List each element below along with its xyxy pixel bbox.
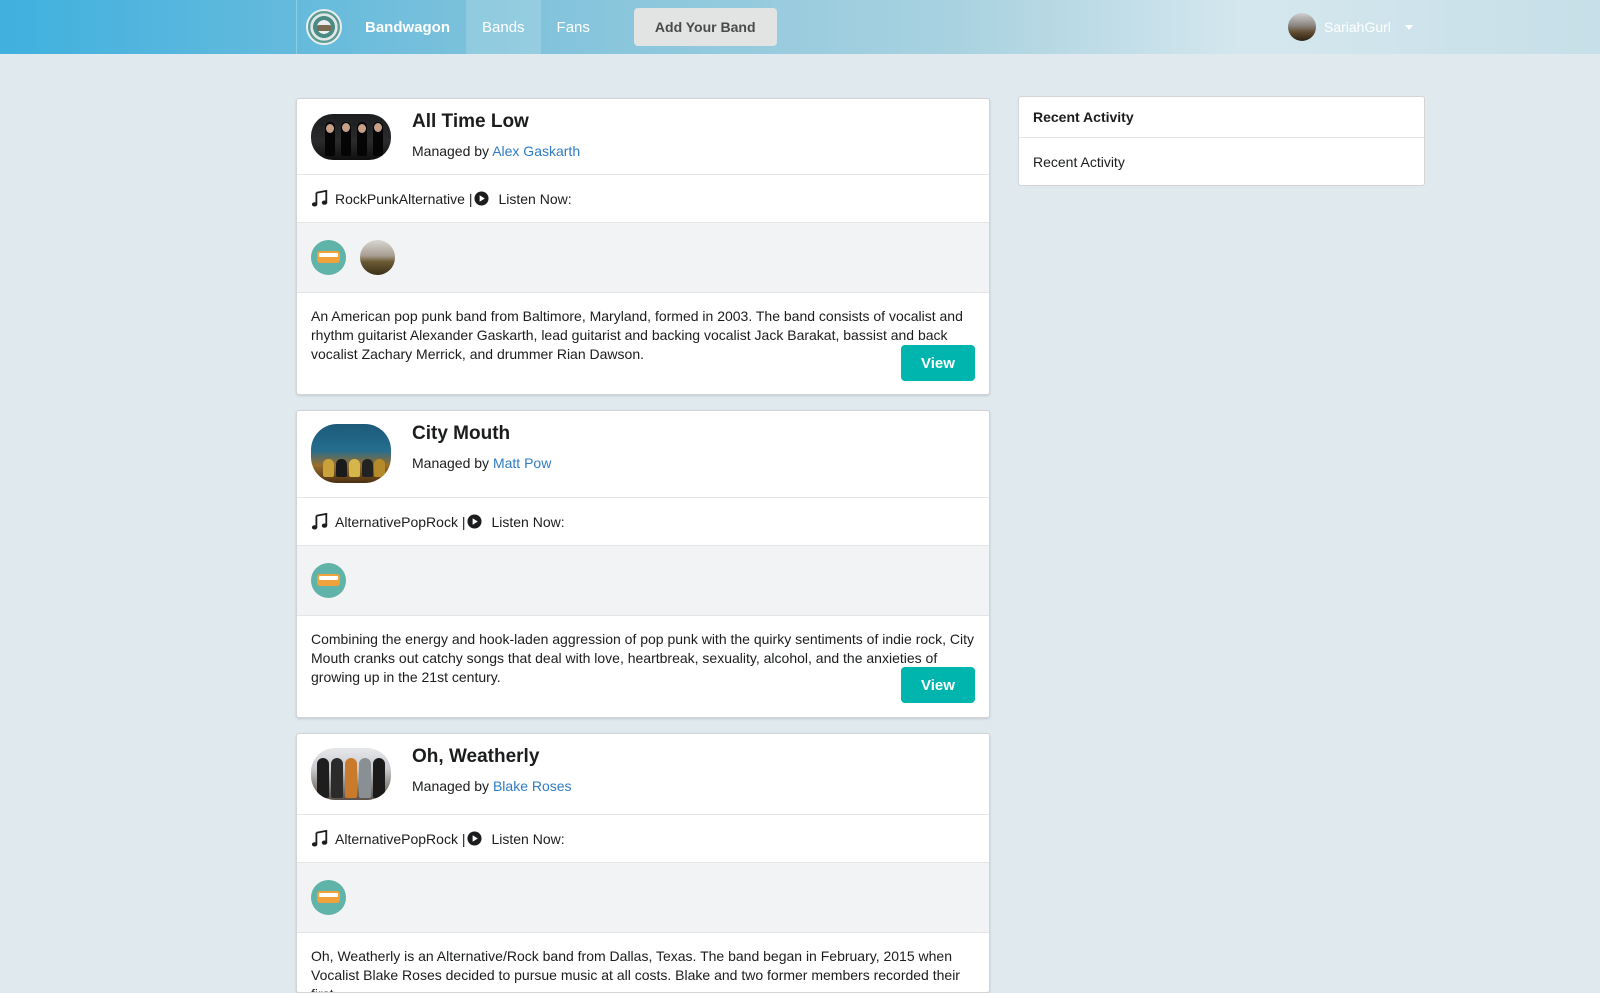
manager-link[interactable]: Blake Roses bbox=[493, 778, 572, 794]
manager-link[interactable]: Matt Pow bbox=[493, 455, 551, 471]
user-name: SariahGurl bbox=[1324, 19, 1391, 35]
managed-by-label: Managed by bbox=[412, 455, 490, 471]
band-card: City Mouth Managed by Matt Pow Alternati… bbox=[296, 410, 990, 718]
recent-activity-title: Recent Activity bbox=[1019, 97, 1424, 138]
play-circle-icon[interactable] bbox=[467, 831, 483, 846]
band-name[interactable]: City Mouth bbox=[412, 423, 510, 445]
nav-menu: Bandwagon Bands Fans Add Your Band bbox=[296, 0, 777, 54]
fan-avatar[interactable] bbox=[311, 563, 346, 598]
music-note-icon bbox=[311, 829, 328, 847]
add-your-band-button[interactable]: Add Your Band bbox=[633, 8, 777, 46]
band-card: Oh, Weatherly Managed by Blake Roses Alt… bbox=[296, 733, 990, 993]
nav-item-bands[interactable]: Bands bbox=[466, 0, 541, 54]
genre-list: RockPunkAlternative | bbox=[335, 190, 473, 207]
listen-now-label: Listen Now: bbox=[491, 513, 565, 530]
top-navbar: Bandwagon Bands Fans Add Your Band Saria… bbox=[0, 0, 1600, 54]
listen-now-label: Listen Now: bbox=[498, 190, 572, 207]
band-description: An American pop punk band from Baltimore… bbox=[311, 308, 963, 362]
band-name[interactable]: Oh, Weatherly bbox=[412, 746, 539, 768]
managed-by-label: Managed by bbox=[412, 778, 490, 794]
view-band-button[interactable]: View bbox=[901, 345, 975, 381]
view-band-button[interactable]: View bbox=[901, 667, 975, 703]
fans-row bbox=[297, 223, 989, 293]
genre-row: AlternativePopRock | Listen Now: bbox=[297, 815, 989, 863]
fans-row bbox=[297, 546, 989, 616]
band-manager: Managed by Alex Gaskarth bbox=[412, 143, 580, 159]
band-card: All Time Low Managed by Alex Gaskarth Ro… bbox=[296, 98, 990, 395]
fan-avatar[interactable] bbox=[311, 240, 346, 275]
genre-row: AlternativePopRock | Listen Now: bbox=[297, 498, 989, 546]
bandwagon-logo-icon bbox=[306, 9, 342, 45]
band-photo[interactable] bbox=[311, 748, 391, 800]
managed-by-label: Managed by bbox=[412, 143, 490, 159]
play-circle-icon[interactable] bbox=[474, 191, 490, 206]
user-avatar bbox=[1288, 13, 1316, 41]
genre-list: AlternativePopRock | bbox=[335, 830, 466, 847]
logo-link[interactable] bbox=[297, 0, 351, 54]
dropdown-caret-icon bbox=[1404, 24, 1413, 30]
band-name[interactable]: All Time Low bbox=[412, 111, 529, 133]
nav-item-fans[interactable]: Fans bbox=[541, 0, 606, 54]
fans-row bbox=[297, 863, 989, 933]
play-circle-icon[interactable] bbox=[467, 514, 483, 529]
music-note-icon bbox=[311, 189, 328, 207]
band-card-header: Oh, Weatherly Managed by Blake Roses bbox=[297, 734, 989, 815]
band-photo[interactable] bbox=[311, 424, 391, 483]
genre-list: AlternativePopRock | bbox=[335, 513, 466, 530]
recent-activity-panel: Recent Activity Recent Activity bbox=[1018, 96, 1425, 186]
band-card-header: All Time Low Managed by Alex Gaskarth bbox=[297, 99, 989, 175]
fan-avatar[interactable] bbox=[311, 880, 346, 915]
listen-now-label: Listen Now: bbox=[491, 830, 565, 847]
nav-brand-link[interactable]: Bandwagon bbox=[351, 0, 466, 54]
band-manager: Managed by Matt Pow bbox=[412, 455, 551, 471]
band-photo[interactable] bbox=[311, 114, 391, 160]
add-band-wrap: Add Your Band bbox=[606, 0, 777, 54]
fan-avatar[interactable] bbox=[360, 240, 395, 275]
manager-link[interactable]: Alex Gaskarth bbox=[492, 143, 580, 159]
genre-row: RockPunkAlternative | Listen Now: bbox=[297, 175, 989, 223]
recent-activity-content: Recent Activity bbox=[1033, 153, 1125, 170]
band-card-header: City Mouth Managed by Matt Pow bbox=[297, 411, 989, 498]
band-description: Combining the energy and hook-laden aggr… bbox=[311, 631, 975, 685]
music-note-icon bbox=[311, 512, 328, 530]
user-menu-dropdown[interactable]: SariahGurl bbox=[1288, 12, 1413, 42]
band-manager: Managed by Blake Roses bbox=[412, 778, 572, 794]
band-description: Oh, Weatherly is an Alternative/Rock ban… bbox=[311, 948, 960, 992]
